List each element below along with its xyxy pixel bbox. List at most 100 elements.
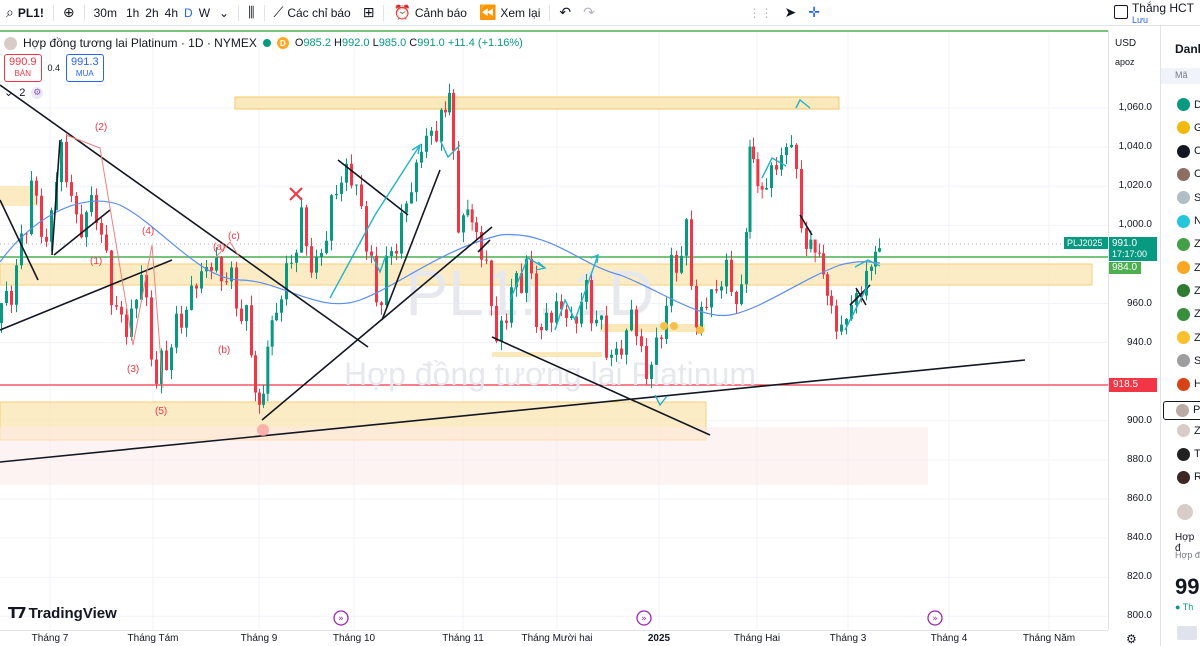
redo-button[interactable]: ↷ bbox=[577, 0, 601, 26]
candle-body bbox=[95, 195, 98, 224]
replay-button[interactable]: ⏪ Xem lại bbox=[473, 0, 546, 26]
candle-body bbox=[410, 192, 413, 204]
svg-text:»: » bbox=[641, 614, 647, 624]
indicators-toggle[interactable]: ⌄ 2 ⚙ bbox=[4, 86, 44, 99]
candle-body bbox=[310, 246, 313, 273]
candle-body bbox=[155, 359, 158, 384]
svg-text:(3): (3) bbox=[127, 364, 139, 375]
tf-more-button[interactable]: ⌄ bbox=[213, 0, 235, 26]
tf-1h[interactable]: 1h bbox=[123, 0, 142, 26]
indicator-icon: ⟋ bbox=[273, 4, 284, 20]
symbol-logo-icon bbox=[1176, 403, 1189, 417]
candle-body bbox=[245, 305, 248, 322]
crosshair-tool-button[interactable]: ✛ bbox=[802, 0, 826, 26]
symbol-logo-icon bbox=[1177, 424, 1190, 438]
settings-gear-icon[interactable]: ⚙ bbox=[1126, 632, 1137, 646]
legend-title[interactable]: Hợp đồng tương lai Platinum · 1D · NYMEX bbox=[23, 36, 257, 50]
watchlist-symbol: R bbox=[1194, 471, 1200, 483]
cursor-tool-button[interactable]: ➤ bbox=[779, 0, 803, 26]
candle-body bbox=[380, 302, 383, 306]
watchlist-item[interactable]: G bbox=[1177, 121, 1200, 135]
chart-type-button[interactable]: ⫼ bbox=[242, 0, 260, 26]
watchlist-item[interactable]: Z bbox=[1177, 307, 1200, 321]
candle-body bbox=[765, 187, 768, 190]
currency-label[interactable]: USD bbox=[1115, 38, 1136, 49]
symbol-logo-icon bbox=[1177, 261, 1190, 275]
candle-body bbox=[615, 348, 618, 355]
watchlist-item[interactable]: N bbox=[1177, 214, 1200, 228]
time-tick: Tháng 11 bbox=[442, 633, 484, 644]
watchlist-item[interactable]: Z bbox=[1177, 237, 1200, 251]
resistance-zone-top bbox=[234, 96, 840, 110]
watchlist-item[interactable]: D bbox=[1177, 98, 1200, 111]
watchlist-item[interactable]: S bbox=[1177, 191, 1200, 205]
candle-body bbox=[818, 252, 821, 254]
compare-button[interactable]: ⊕ bbox=[57, 0, 81, 26]
candle-body bbox=[444, 109, 447, 113]
watchlist-item[interactable]: C bbox=[1177, 167, 1200, 181]
candle-body bbox=[280, 299, 283, 313]
alerts-button[interactable]: ⏰ Cảnh báo bbox=[387, 0, 472, 26]
candle-body bbox=[710, 289, 713, 308]
candle-body bbox=[813, 239, 817, 253]
indicator-settings-icon[interactable]: ⚙ bbox=[31, 86, 44, 99]
top-toolbar: ⌕ PL1! ⊕ 30m 1h 2h 4h D W ⌄ ⫼ ⟋ Các chỉ … bbox=[0, 0, 1200, 26]
watchlist-item[interactable]: P bbox=[1163, 400, 1200, 420]
templates-button[interactable]: ⊞ bbox=[357, 0, 381, 26]
time-tick: Tháng 9 bbox=[240, 633, 278, 644]
watchlist-item[interactable]: Z bbox=[1177, 424, 1200, 438]
sell-button[interactable]: 990.9 BÁN bbox=[4, 54, 42, 82]
drag-handle-icon[interactable]: ⋮⋮ bbox=[743, 0, 779, 26]
detail-status: ● Th bbox=[1175, 602, 1194, 612]
watermark-name: Hợp đồng tương lai Platinum bbox=[344, 356, 756, 392]
watchlist-column-header[interactable]: Mã bbox=[1161, 68, 1200, 84]
axis-mode-label[interactable]: apoz bbox=[1115, 57, 1135, 67]
watchlist-item[interactable]: C bbox=[1177, 144, 1200, 158]
symbol-logo-icon bbox=[1177, 377, 1190, 391]
watchlist-symbol: Z bbox=[1194, 308, 1200, 320]
symbol-search-button[interactable]: ⌕ PL1! bbox=[0, 0, 50, 26]
event-icons[interactable] bbox=[333, 610, 943, 626]
watchlist-header[interactable]: Danh bbox=[1175, 42, 1200, 56]
user-box[interactable]: Thắng HCT Lưu bbox=[1126, 0, 1200, 26]
candle-body bbox=[10, 290, 13, 305]
time-axis[interactable]: Tháng 7 Tháng Tám Tháng 9 Tháng 10 Tháng 11 T… bbox=[0, 630, 1108, 646]
candle-body bbox=[150, 297, 153, 360]
price-chart[interactable]: PL1!, 1D Hợp đồng tương lai Platinum (2)… bbox=[0, 30, 1108, 630]
candle-body bbox=[490, 260, 493, 306]
time-tick: Tháng Năm bbox=[1022, 633, 1076, 644]
watchlist-item[interactable]: Z bbox=[1177, 331, 1200, 344]
candle-body bbox=[650, 364, 653, 379]
candle-body bbox=[330, 195, 333, 241]
indicators-button[interactable]: ⟋ Các chỉ báo bbox=[268, 0, 357, 26]
watchlist-symbol: N bbox=[1194, 215, 1200, 227]
tf-w[interactable]: W bbox=[196, 0, 213, 26]
layout-checkbox[interactable] bbox=[1114, 5, 1128, 19]
tf-d[interactable]: D bbox=[181, 0, 196, 26]
tf-4h[interactable]: 4h bbox=[162, 0, 181, 26]
detail-more-icon[interactable] bbox=[1177, 626, 1197, 640]
svg-text:(c): (c) bbox=[228, 231, 240, 242]
spread-value: 0.4 bbox=[47, 63, 61, 73]
candle-body bbox=[115, 305, 118, 307]
candle-body bbox=[270, 320, 274, 347]
watchlist-item[interactable]: R bbox=[1177, 470, 1200, 484]
trade-panel: 990.9 BÁN 0.4 991.3 MUA bbox=[4, 54, 104, 82]
watchlist-item[interactable]: H bbox=[1177, 377, 1200, 391]
tf-2h[interactable]: 2h bbox=[142, 0, 161, 26]
candle-body bbox=[826, 274, 829, 296]
undo-button[interactable]: ↶ bbox=[553, 0, 577, 26]
watchlist-item[interactable]: Z bbox=[1177, 284, 1200, 298]
x-marker-icon[interactable] bbox=[289, 187, 303, 201]
time-tick: 2025 bbox=[647, 633, 671, 644]
detail-subtitle: Hợp đ bbox=[1175, 550, 1200, 560]
tf-30m[interactable]: 30m bbox=[88, 0, 123, 26]
buy-button[interactable]: 991.3 MUA bbox=[66, 54, 104, 82]
watchlist-item[interactable]: S bbox=[1177, 354, 1200, 368]
watchlist-item[interactable]: T bbox=[1177, 447, 1200, 461]
data-badge: D bbox=[276, 37, 289, 49]
price-axis[interactable]: USD apoz 1,060.0 1,040.0 1,020.0 1,000.0 960… bbox=[1108, 30, 1160, 630]
candle-body bbox=[660, 337, 663, 340]
tradingview-logo[interactable]: 𝗧𝟳 TradingView bbox=[8, 604, 117, 623]
watchlist-item[interactable]: Z bbox=[1177, 261, 1200, 275]
